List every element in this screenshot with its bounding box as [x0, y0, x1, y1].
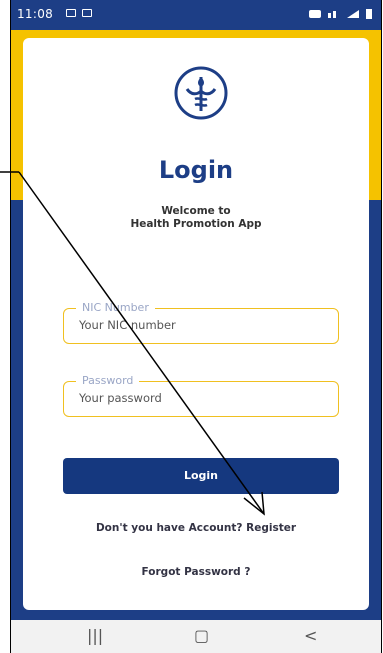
forgot-password-link[interactable]: Forgot Password ?	[23, 566, 369, 578]
status-bar: 11:08	[11, 0, 381, 30]
back-button[interactable]: <	[304, 626, 317, 645]
password-field[interactable]: Password	[63, 374, 339, 417]
password-label: Password	[76, 374, 140, 387]
phone-screen: 11:08 Login Welcome to Health Promotion …	[10, 0, 382, 653]
nic-label: NIC Number	[76, 301, 155, 314]
message-icon	[82, 9, 92, 17]
status-time: 11:08	[17, 7, 54, 21]
app-logo-icon	[174, 66, 228, 120]
page-title: Login	[158, 156, 234, 184]
nic-field[interactable]: NIC Number	[63, 301, 339, 344]
register-link[interactable]: Don't you have Account? Register	[23, 522, 369, 534]
login-card: Login Welcome to Health Promotion App NI…	[23, 38, 369, 610]
battery-icon	[366, 9, 372, 19]
network-icon	[328, 10, 336, 18]
welcome-line-2: Health Promotion App	[130, 218, 262, 230]
password-input[interactable]	[79, 391, 319, 405]
welcome-line-1: Welcome to	[161, 205, 231, 217]
login-button[interactable]: Login	[63, 458, 339, 494]
signal-icon	[347, 9, 359, 18]
welcome-message: Welcome to Health Promotion App	[23, 205, 369, 231]
recents-button[interactable]: |||	[87, 626, 103, 645]
alarm-icon	[309, 9, 321, 18]
nic-input[interactable]	[79, 318, 319, 332]
home-button[interactable]: ▢	[194, 626, 209, 645]
navigation-bar: ||| ▢ <	[11, 620, 381, 653]
status-icons	[308, 8, 373, 19]
gallery-icon	[66, 9, 76, 17]
